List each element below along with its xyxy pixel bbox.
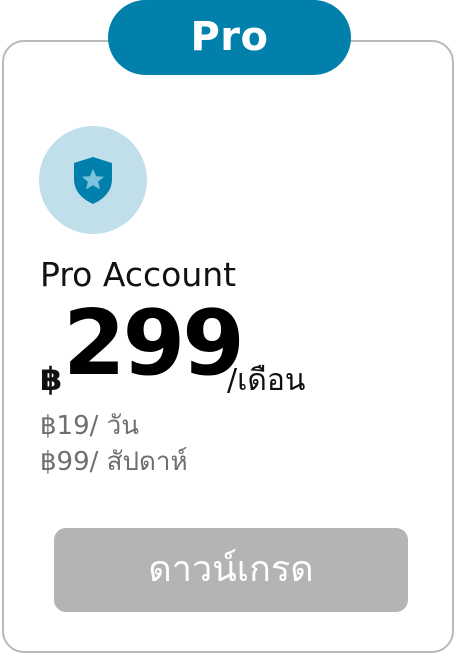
downgrade-button[interactable]: ดาวน์เกรด	[54, 528, 408, 612]
price-amount: 299	[63, 291, 245, 396]
pricing-plan-view: Pro Pro Account ฿ 299 /เดือน ฿19/ วัน ฿9…	[0, 0, 459, 657]
plan-badge: Pro	[108, 0, 351, 75]
daily-price: ฿19/ วัน	[40, 411, 140, 441]
plan-icon-container	[39, 126, 147, 234]
weekly-price: ฿99/ สัปดาห์	[40, 447, 188, 477]
plan-name: Pro Account	[40, 255, 237, 294]
price-period: /เดือน	[227, 363, 306, 398]
shield-star-icon	[74, 157, 112, 204]
currency-symbol: ฿	[40, 360, 63, 398]
